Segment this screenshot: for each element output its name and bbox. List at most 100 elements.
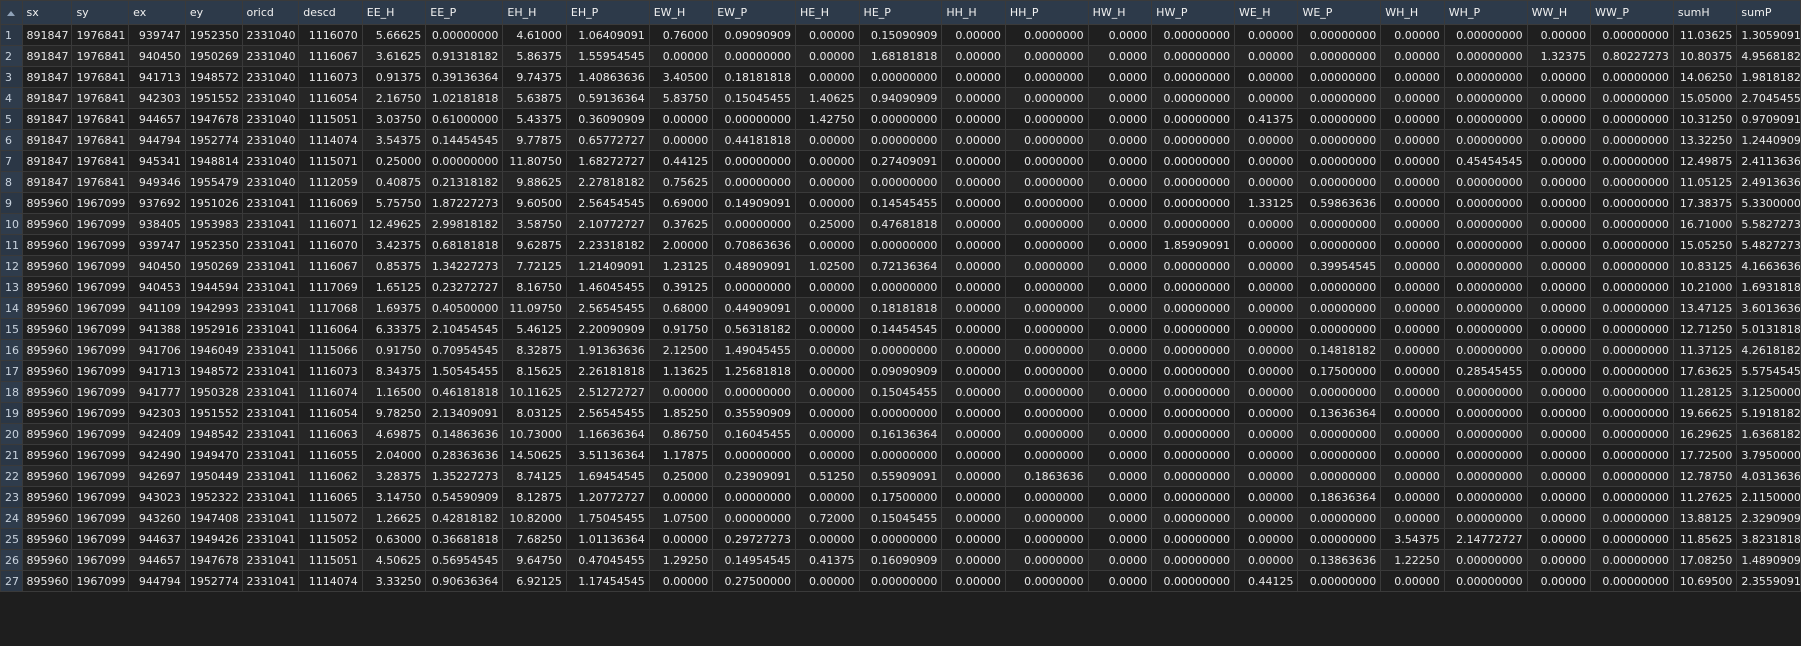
table-cell[interactable]: 0.00000	[1526, 234, 1592, 256]
table-cell[interactable]: 0.14545455	[858, 192, 943, 214]
table-cell[interactable]: 2331041	[241, 339, 300, 361]
table-cell[interactable]: 1.91363636	[565, 339, 650, 361]
table-cell[interactable]: 941713	[128, 360, 186, 382]
table-cell[interactable]: 2.14772727	[1443, 528, 1528, 550]
table-cell[interactable]: 0.00000000	[858, 402, 943, 424]
table-cell[interactable]: 12.49625	[361, 213, 427, 235]
table-cell[interactable]: 1976841	[71, 108, 130, 130]
table-cell[interactable]: 0.00000	[941, 486, 1006, 508]
table-cell[interactable]: 2331041	[241, 192, 300, 214]
table-cell[interactable]: 0.00000000	[1443, 171, 1528, 193]
table-cell[interactable]: 0.00000000	[858, 444, 943, 466]
column-header-sump[interactable]: sumP	[1736, 0, 1801, 25]
table-cell[interactable]: 1967099	[71, 234, 130, 256]
table-cell[interactable]: 0.00000	[941, 45, 1006, 67]
table-cell[interactable]: 1976841	[71, 24, 130, 46]
column-header-ey[interactable]: ey	[184, 0, 243, 25]
table-cell[interactable]: 0.00000	[1380, 381, 1445, 403]
table-cell[interactable]: 10.31250	[1672, 108, 1738, 130]
table-cell[interactable]: 0.00000	[941, 507, 1006, 529]
table-cell[interactable]: 0.0000000	[1004, 108, 1089, 130]
table-cell[interactable]: 0.44909091	[712, 297, 797, 319]
table-cell[interactable]: 3.61625	[361, 45, 427, 67]
table-cell[interactable]: 0.00000	[1233, 45, 1299, 67]
table-cell[interactable]: 6.33375	[361, 318, 427, 340]
table-cell[interactable]: 0.00000000	[1443, 192, 1528, 214]
table-cell[interactable]: 0.00000	[1526, 24, 1592, 46]
table-cell[interactable]: 1950449	[184, 465, 243, 487]
table-cell[interactable]: 895960	[21, 444, 73, 466]
table-cell[interactable]: 0.0000000	[1004, 192, 1089, 214]
table-cell[interactable]: 0.00000000	[1297, 66, 1382, 88]
table-cell[interactable]: 891847	[21, 45, 73, 67]
table-cell[interactable]: 13.88125	[1672, 507, 1738, 529]
table-cell[interactable]: 1115051	[298, 108, 363, 130]
table-cell[interactable]: 0.00000000	[1443, 255, 1528, 277]
table-cell[interactable]: 0.00000	[1380, 423, 1445, 445]
table-cell[interactable]: 1.35227273	[425, 465, 504, 487]
table-cell[interactable]: 1967099	[71, 570, 130, 592]
table-cell[interactable]: 0.15045455	[858, 381, 943, 403]
table-cell[interactable]: 3.51136364	[565, 444, 650, 466]
table-cell[interactable]: 0.0000	[1087, 297, 1153, 319]
table-cell[interactable]: 1976841	[71, 129, 130, 151]
table-cell[interactable]: 0.00000	[1380, 339, 1445, 361]
table-cell[interactable]: 11.37125	[1672, 339, 1738, 361]
table-cell[interactable]: 1114074	[298, 570, 363, 592]
table-cell[interactable]: 0.00000000	[1443, 87, 1528, 109]
table-cell[interactable]: 0.00000	[1233, 381, 1299, 403]
table-cell[interactable]: 0.00000000	[1151, 297, 1235, 319]
table-cell[interactable]: 0.00000000	[1590, 486, 1674, 508]
table-cell[interactable]: 1947408	[184, 507, 243, 529]
table-cell[interactable]: 895960	[21, 465, 73, 487]
table-cell[interactable]: 0.0000	[1087, 276, 1153, 298]
table-cell[interactable]: 0.00000	[1233, 444, 1299, 466]
table-cell[interactable]: 0.0000	[1087, 486, 1153, 508]
table-cell[interactable]: 0.00000	[1233, 360, 1299, 382]
table-cell[interactable]: 0.68000	[648, 297, 714, 319]
table-cell[interactable]: 939747	[128, 24, 186, 46]
table-cell[interactable]: 2331041	[241, 381, 300, 403]
table-cell[interactable]: 1116074	[298, 381, 363, 403]
table-cell[interactable]: 0.0000000	[1004, 66, 1089, 88]
table-cell[interactable]: 0.00000000	[1590, 402, 1674, 424]
table-cell[interactable]: 0.00000	[795, 486, 860, 508]
table-cell[interactable]: 1115066	[298, 339, 363, 361]
table-cell[interactable]: 0.00000000	[1297, 87, 1382, 109]
column-header-oricd[interactable]: oricd	[241, 0, 300, 25]
table-cell[interactable]: 0.85375	[361, 255, 427, 277]
table-cell[interactable]: 0.00000	[1233, 87, 1299, 109]
table-cell[interactable]: 0.00000	[941, 318, 1006, 340]
table-cell[interactable]: 10.11625	[502, 381, 567, 403]
table-cell[interactable]: 891847	[21, 150, 73, 172]
table-cell[interactable]: 0.00000000	[858, 108, 943, 130]
table-cell[interactable]: 0.00000	[1233, 150, 1299, 172]
table-cell[interactable]: 0.00000000	[1590, 66, 1674, 88]
table-cell[interactable]: 0.72000	[795, 507, 860, 529]
table-cell[interactable]: 0.00000000	[1590, 423, 1674, 445]
table-cell[interactable]: 0.00000000	[858, 339, 943, 361]
table-cell[interactable]: 1.17454545	[565, 570, 650, 592]
table-cell[interactable]: 0.00000	[795, 150, 860, 172]
table-cell[interactable]: 0.00000000	[1151, 24, 1235, 46]
table-cell[interactable]: 2.7045455	[1736, 87, 1801, 109]
table-cell[interactable]: 1976841	[71, 66, 130, 88]
table-cell[interactable]: 0.00000000	[1590, 234, 1674, 256]
table-cell[interactable]: 0.00000	[1380, 486, 1445, 508]
column-header-ee-p[interactable]: EE_P	[425, 0, 504, 25]
column-header-ww-p[interactable]: WW_P	[1590, 0, 1674, 25]
table-cell[interactable]: 0.0000000	[1004, 45, 1089, 67]
table-cell[interactable]: 5.1918182	[1736, 402, 1801, 424]
table-cell[interactable]: 12.49875	[1672, 150, 1738, 172]
table-cell[interactable]: 0.00000	[941, 108, 1006, 130]
table-cell[interactable]: 0.0000	[1087, 570, 1153, 592]
table-cell[interactable]: 0.00000	[1526, 297, 1592, 319]
table-cell[interactable]: 0.44125	[648, 150, 714, 172]
table-cell[interactable]: 0.00000	[941, 255, 1006, 277]
table-cell[interactable]: 891847	[21, 24, 73, 46]
table-cell[interactable]: 0.0000000	[1004, 276, 1089, 298]
table-cell[interactable]: 1.01136364	[565, 528, 650, 550]
table-cell[interactable]: 3.7950000	[1736, 444, 1801, 466]
table-cell[interactable]: 0.00000	[1526, 528, 1592, 550]
table-cell[interactable]: 0.00000000	[1151, 360, 1235, 382]
